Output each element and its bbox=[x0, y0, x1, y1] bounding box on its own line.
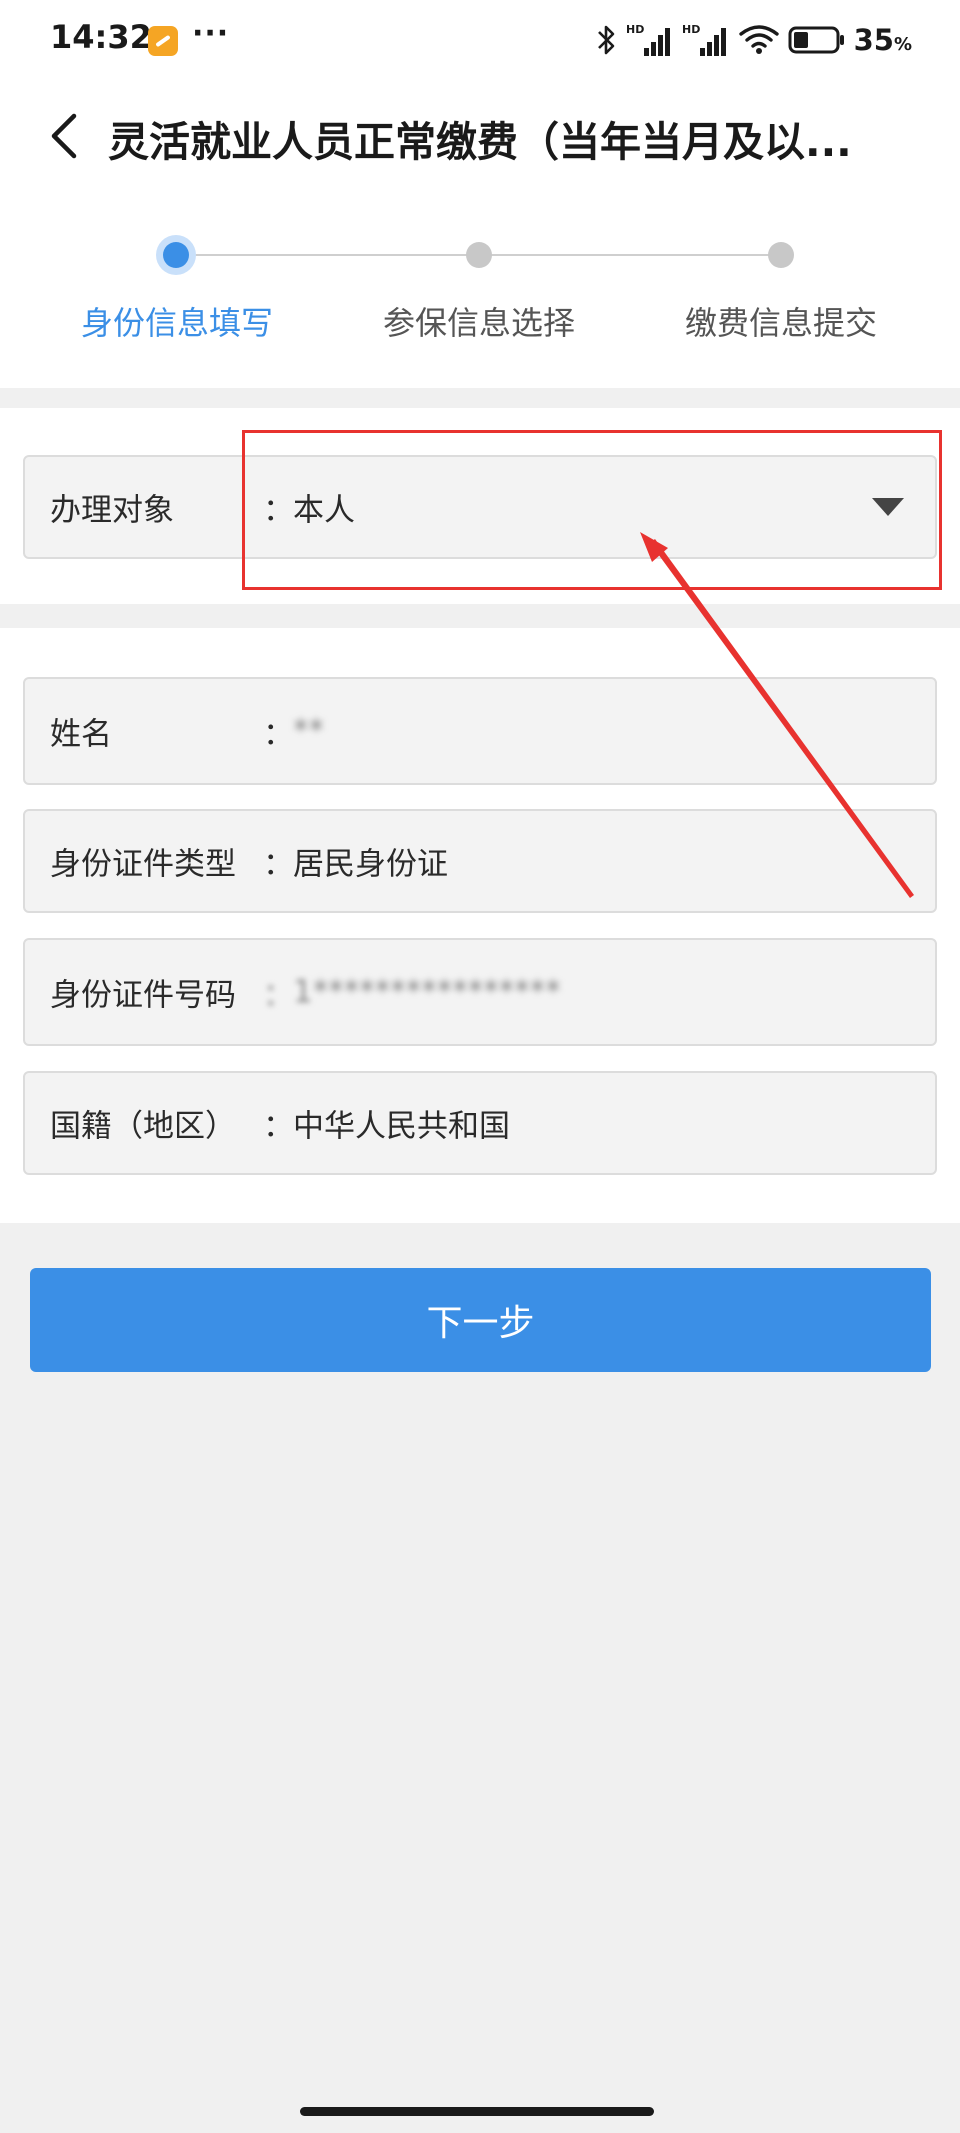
step-dot bbox=[768, 242, 794, 268]
target-label: 办理对象 bbox=[50, 492, 174, 529]
id-type-field[interactable]: 身份证件类型 ： 居民身份证 bbox=[23, 809, 937, 913]
back-arrow-icon[interactable] bbox=[46, 106, 86, 166]
step-label-identity: 身份信息填写 bbox=[80, 304, 273, 342]
nationality-value: 中华人民共和国 bbox=[293, 1108, 510, 1145]
app-notification-icon bbox=[148, 26, 178, 56]
wifi-icon bbox=[738, 25, 779, 54]
name-value: ** bbox=[293, 713, 324, 749]
step-label-payment: 缴费信息提交 bbox=[684, 304, 877, 342]
id-number-field[interactable]: 身份证件号码 ： 1**************** bbox=[23, 938, 937, 1046]
id-number-label: 身份证件号码 bbox=[50, 977, 236, 1014]
signal-icon: HD bbox=[626, 23, 670, 56]
progress-stepper: 身份信息填写 参保信息选择 缴费信息提交 bbox=[0, 186, 960, 388]
step-label-insurance: 参保信息选择 bbox=[382, 304, 575, 342]
more-notifications-icon: ··· bbox=[192, 16, 230, 51]
svg-text:HD: HD bbox=[682, 23, 700, 36]
id-type-label: 身份证件类型 bbox=[50, 846, 236, 883]
nationality-label: 国籍（地区） bbox=[50, 1108, 236, 1145]
app-screen: 14:32 ··· HD HD 35% 灵活就业人员正常缴费（当年当月及以...… bbox=[0, 0, 960, 2133]
svg-text:HD: HD bbox=[626, 23, 644, 36]
battery-percent: 35% bbox=[853, 23, 912, 57]
signal-icon: HD bbox=[682, 23, 726, 56]
step-connector bbox=[490, 254, 770, 256]
battery-icon bbox=[788, 26, 844, 54]
field-colon: ： bbox=[263, 977, 294, 1014]
status-time: 14:32 bbox=[50, 18, 152, 56]
home-indicator[interactable] bbox=[300, 2107, 654, 2116]
status-icons: HD HD 35% bbox=[594, 20, 912, 60]
step-connector bbox=[190, 254, 472, 256]
field-colon: ： bbox=[263, 716, 294, 753]
field-colon: ： bbox=[263, 846, 294, 883]
identity-section: 姓名 ： ** 身份证件类型 ： 居民身份证 身份证件号码 ： 1*******… bbox=[0, 628, 960, 1223]
status-bar: 14:32 ··· HD HD 35% bbox=[0, 0, 960, 86]
name-label: 姓名 bbox=[50, 716, 112, 753]
name-field[interactable]: 姓名 ： ** bbox=[23, 677, 937, 785]
annotation-highlight-box bbox=[242, 430, 942, 590]
id-number-value: 1**************** bbox=[293, 974, 561, 1010]
next-step-button[interactable]: 下一步 bbox=[30, 1268, 931, 1372]
page-title: 灵活就业人员正常缴费（当年当月及以... bbox=[108, 118, 852, 166]
nationality-field[interactable]: 国籍（地区） ： 中华人民共和国 bbox=[23, 1071, 937, 1175]
field-colon: ： bbox=[263, 1108, 294, 1145]
app-header: 灵活就业人员正常缴费（当年当月及以... bbox=[0, 86, 960, 186]
bluetooth-icon bbox=[597, 25, 614, 55]
step-dot-active bbox=[163, 242, 189, 268]
id-type-value: 居民身份证 bbox=[293, 846, 448, 883]
step-dot bbox=[466, 242, 492, 268]
